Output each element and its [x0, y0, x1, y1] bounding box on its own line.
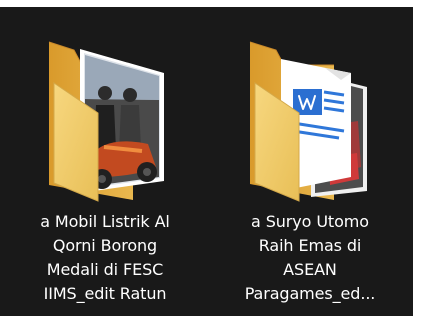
- file-name-label: a Suryo Utomo Raih Emas di ASEAN Paragam…: [244, 212, 376, 303]
- folder-item[interactable]: a Mobil Listrik Al Qorni Borong Medali d…: [10, 7, 200, 316]
- screenshot-canvas: a Mobil Listrik Al Qorni Borong Medali d…: [0, 0, 433, 316]
- folder-with-photo-icon: [48, 41, 164, 202]
- folder-item[interactable]: a Suryo Utomo Raih Emas di ASEAN Paragam…: [215, 7, 405, 316]
- file-name-label: a Mobil Listrik Al Qorni Borong Medali d…: [40, 212, 170, 303]
- folder-thumbnail[interactable]: [215, 7, 405, 207]
- file-explorer-pane: a Mobil Listrik Al Qorni Borong Medali d…: [0, 7, 413, 316]
- folder-thumbnail[interactable]: [10, 7, 200, 207]
- folder-with-document-icon: [249, 41, 367, 202]
